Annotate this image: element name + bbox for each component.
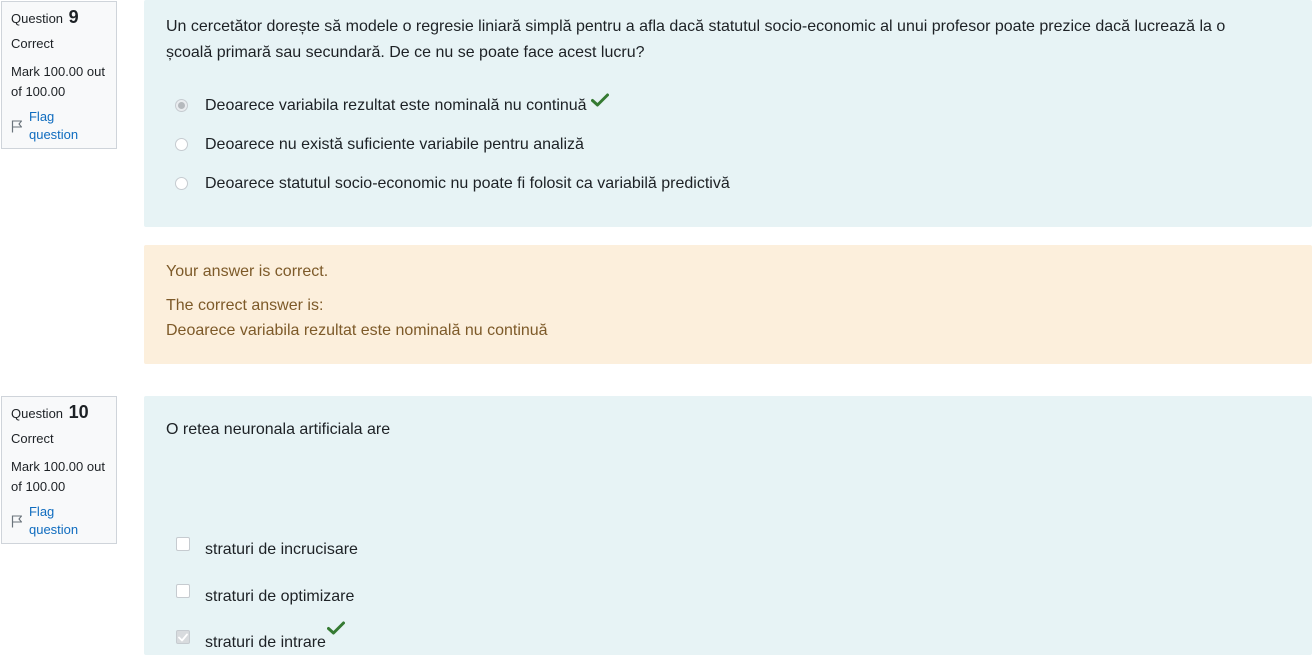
question-number: Question 10: [11, 403, 107, 423]
flag-question-link[interactable]: Flag question: [11, 108, 107, 144]
radio-button[interactable]: [175, 99, 188, 112]
question-feedback-9: Your answer is correct. The correct answ…: [144, 245, 1312, 364]
answer-label[interactable]: straturi de incrucisare: [205, 541, 358, 559]
answer-label[interactable]: straturi de optimizare: [205, 588, 354, 606]
check-icon: [326, 621, 345, 640]
question-text: Un cercetător dorește să modele o regres…: [166, 18, 1226, 61]
question-label: Question: [11, 11, 64, 26]
answer-option[interactable]: straturi de intrare: [166, 606, 1290, 652]
question-formulation-9: Un cercetător dorește să modele o regres…: [144, 0, 1312, 227]
answer-option[interactable]: straturi de incrucisare: [166, 512, 1290, 559]
question-info-10: Question 10 Correct Mark 100.00 out of 1…: [1, 396, 117, 544]
answer-label[interactable]: Deoarece nu există suficiente variabile …: [205, 136, 584, 154]
answer-label[interactable]: Deoarece statutul socio-economic nu poat…: [205, 175, 730, 193]
answer-options: Deoarece variabila rezultat este nominal…: [166, 86, 1290, 203]
flag-question-link[interactable]: Flag question: [11, 503, 107, 539]
radio-button[interactable]: [175, 138, 188, 151]
check-icon: [590, 93, 609, 112]
answer-option[interactable]: Deoarece nu există suficiente variabile …: [166, 125, 1290, 164]
flag-icon: [11, 119, 23, 132]
checkbox[interactable]: [176, 584, 190, 598]
checkbox[interactable]: [176, 630, 190, 644]
question-state: Correct: [11, 431, 54, 446]
flag-question-label[interactable]: Flag question: [29, 503, 107, 539]
question-grade: Mark 100.00 out of 100.00: [11, 459, 105, 494]
flag-question-label[interactable]: Flag question: [29, 108, 107, 144]
question-number-value: 9: [68, 7, 79, 27]
radio-button[interactable]: [175, 177, 188, 190]
question-grade: Mark 100.00 out of 100.00: [11, 64, 105, 99]
question-state: Correct: [11, 36, 54, 51]
question-formulation-10: O retea neuronala artificiala are stratu…: [144, 396, 1312, 655]
checkbox-tick-icon: [178, 633, 188, 641]
feedback-correct-answer: Deoarece variabila rezultat este nominal…: [166, 322, 548, 339]
answer-label[interactable]: Deoarece variabila rezultat este nominal…: [205, 97, 587, 115]
question-label: Question: [11, 406, 64, 421]
answer-option[interactable]: Deoarece statutul socio-economic nu poat…: [166, 164, 1290, 203]
question-info-9: Question 9 Correct Mark 100.00 out of 10…: [1, 1, 117, 149]
checkbox[interactable]: [176, 537, 190, 551]
flag-icon: [11, 514, 23, 527]
question-text: O retea neuronala artificiala are: [166, 421, 391, 438]
quiz-review-page: Question 9 Correct Mark 100.00 out of 10…: [0, 0, 1312, 655]
answer-option[interactable]: straturi de optimizare: [166, 559, 1290, 606]
feedback-specific: Your answer is correct.: [166, 263, 329, 280]
answer-options: straturi de incrucisare straturi de opti…: [166, 512, 1290, 652]
answer-label[interactable]: straturi de intrare: [205, 634, 326, 652]
feedback-correct-heading: The correct answer is:: [166, 297, 324, 314]
question-number: Question 9: [11, 8, 107, 28]
answer-option[interactable]: Deoarece variabila rezultat este nominal…: [166, 86, 1290, 125]
question-number-value: 10: [68, 402, 89, 422]
